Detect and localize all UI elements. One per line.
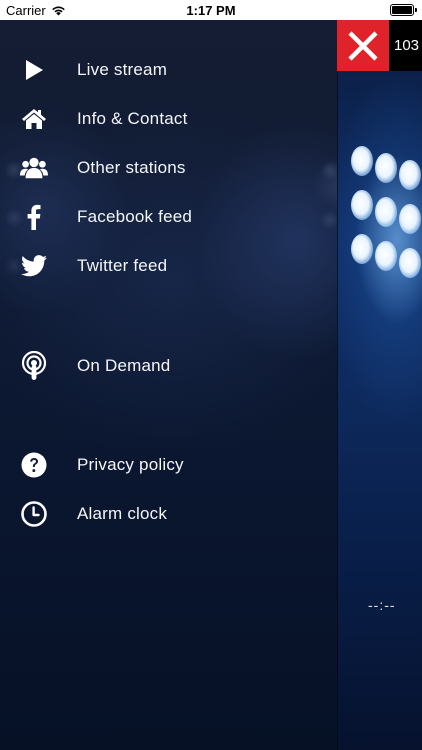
stadium-light — [375, 197, 397, 227]
clock-icon — [20, 500, 48, 528]
close-icon — [348, 30, 378, 61]
playback-time: --:-- — [368, 597, 396, 613]
menu-item-facebook-feed[interactable]: Facebook feed — [0, 194, 337, 240]
menu-item-label: Facebook feed — [77, 207, 193, 226]
stadium-light — [399, 204, 421, 234]
menu-item-label: Privacy policy — [77, 455, 184, 474]
menu-item-privacy-policy[interactable]: Privacy policy — [0, 442, 337, 488]
facebook-icon — [20, 203, 48, 231]
menu-item-twitter-feed[interactable]: Twitter feed — [0, 243, 337, 289]
podcast-icon — [20, 351, 48, 380]
menu-item-label: On Demand — [77, 356, 171, 375]
stadium-light — [375, 241, 397, 271]
twitter-icon — [20, 252, 48, 280]
stadium-light — [351, 234, 373, 264]
users-icon — [20, 154, 48, 182]
menu-item-label: Live stream — [77, 60, 168, 79]
menu-item-alarm-clock[interactable]: Alarm clock — [0, 491, 337, 537]
play-icon — [20, 56, 48, 84]
menu-item-label: Twitter feed — [77, 256, 168, 275]
question-circle-icon — [20, 451, 48, 479]
status-bar: Carrier 1:17 PM — [0, 0, 422, 20]
stadium-light — [351, 146, 373, 176]
menu-item-on-demand[interactable]: On Demand — [0, 343, 337, 389]
station-frequency: 103 — [389, 20, 422, 71]
menu-item-label: Other stations — [77, 158, 186, 177]
frequency-label: 103 — [394, 37, 420, 54]
stadium-light — [351, 190, 373, 220]
stadium-light — [375, 153, 397, 183]
status-time: 1:17 PM — [186, 3, 236, 18]
stadium-light — [399, 160, 421, 190]
menu-item-live-stream[interactable]: Live stream — [0, 47, 337, 93]
menu-item-label: Info & Contact — [77, 109, 188, 128]
close-button[interactable] — [337, 20, 389, 71]
battery-icon — [390, 4, 417, 16]
menu-item-other-stations[interactable]: Other stations — [0, 145, 337, 191]
player-panel[interactable]: 103 --:-- — [337, 20, 422, 750]
side-menu: Live stream Info & Contact Other station… — [0, 20, 337, 750]
menu-item-info-contact[interactable]: Info & Contact — [0, 96, 337, 142]
home-icon — [20, 105, 48, 133]
stadium-light — [399, 248, 421, 278]
menu-item-label: Alarm clock — [77, 504, 168, 523]
